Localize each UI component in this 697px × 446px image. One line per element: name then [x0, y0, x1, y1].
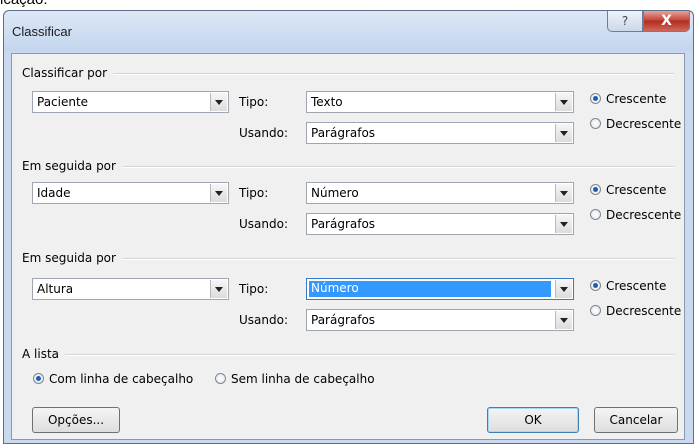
order-3-descending-label: Decrescente — [606, 304, 682, 318]
sort-field-1-value: Paciente — [37, 95, 89, 109]
dialog-title: Classificar — [12, 24, 72, 39]
type-3-select[interactable]: Número — [306, 278, 574, 300]
cancel-button[interactable]: Cancelar — [594, 407, 678, 433]
order-1-descending-label: Decrescente — [606, 117, 682, 131]
using-2-value: Parágrafos — [311, 217, 376, 231]
divider — [22, 354, 674, 356]
radio-unselected-icon — [215, 373, 226, 384]
chevron-down-icon[interactable] — [555, 215, 572, 233]
section-title-sort-by: Classificar por — [22, 66, 114, 80]
chevron-down-icon[interactable] — [555, 124, 572, 142]
chevron-down-icon[interactable] — [555, 184, 572, 202]
dialog-body: Classificar por Paciente Tipo: Texto Usa… — [11, 53, 685, 440]
type-1-value: Texto — [311, 95, 343, 109]
order-2-descending-label: Decrescente — [606, 208, 682, 222]
radio-selected-icon — [590, 184, 601, 195]
using-3-value: Parágrafos — [311, 313, 376, 327]
title-bar: Classificar ? X — [4, 11, 693, 51]
using-1-select[interactable]: Parágrafos — [306, 122, 574, 144]
sort-dialog: Classificar ? X Classificar por Paciente… — [3, 10, 694, 444]
type-2-select[interactable]: Número — [306, 182, 574, 204]
help-button[interactable]: ? — [607, 11, 643, 32]
chevron-down-icon[interactable] — [210, 184, 227, 202]
using-1-value: Parágrafos — [311, 126, 376, 140]
radio-unselected-icon — [590, 118, 601, 129]
radio-selected-icon — [590, 280, 601, 291]
sort-field-1-select[interactable]: Paciente — [32, 91, 229, 113]
sort-field-2-value: Idade — [37, 186, 71, 200]
using-label-2: Usando: — [239, 217, 288, 231]
section-title-then-by-1: Em seguida por — [22, 159, 122, 173]
chevron-down-icon[interactable] — [210, 93, 227, 111]
using-label-3: Usando: — [239, 313, 288, 327]
sort-field-3-value: Altura — [37, 282, 74, 296]
using-3-select[interactable]: Parágrafos — [306, 309, 574, 331]
page-caption-fragment: icação: — [0, 0, 160, 9]
using-2-select[interactable]: Parágrafos — [306, 213, 574, 235]
chevron-down-icon[interactable] — [555, 311, 572, 329]
chevron-down-icon[interactable] — [210, 280, 227, 298]
type-label-1: Tipo: — [239, 95, 269, 109]
ok-button[interactable]: OK — [487, 407, 579, 433]
options-button[interactable]: Opções... — [32, 407, 120, 433]
radio-unselected-icon — [590, 209, 601, 220]
type-label-2: Tipo: — [239, 186, 269, 200]
type-1-select[interactable]: Texto — [306, 91, 574, 113]
type-2-value: Número — [311, 186, 359, 200]
chevron-down-icon[interactable] — [555, 93, 572, 111]
without-header-row-label: Sem linha de cabeçalho — [231, 372, 375, 386]
order-3-ascending-label: Crescente — [606, 279, 667, 293]
radio-selected-icon — [33, 373, 44, 384]
close-button[interactable]: X — [643, 11, 690, 32]
order-1-ascending-label: Crescente — [606, 92, 667, 106]
sort-field-2-select[interactable]: Idade — [32, 182, 229, 204]
type-3-value: Número — [309, 281, 551, 297]
section-title-then-by-2: Em seguida por — [22, 251, 122, 265]
radio-unselected-icon — [590, 305, 601, 316]
divider — [22, 73, 674, 75]
order-2-ascending-label: Crescente — [606, 183, 667, 197]
using-label-1: Usando: — [239, 126, 288, 140]
type-label-3: Tipo: — [239, 282, 269, 296]
chevron-down-icon[interactable] — [555, 280, 572, 298]
with-header-row-label: Com linha de cabeçalho — [49, 372, 194, 386]
sort-field-3-select[interactable]: Altura — [32, 278, 229, 300]
radio-selected-icon — [590, 93, 601, 104]
section-title-list: A lista — [22, 347, 66, 361]
